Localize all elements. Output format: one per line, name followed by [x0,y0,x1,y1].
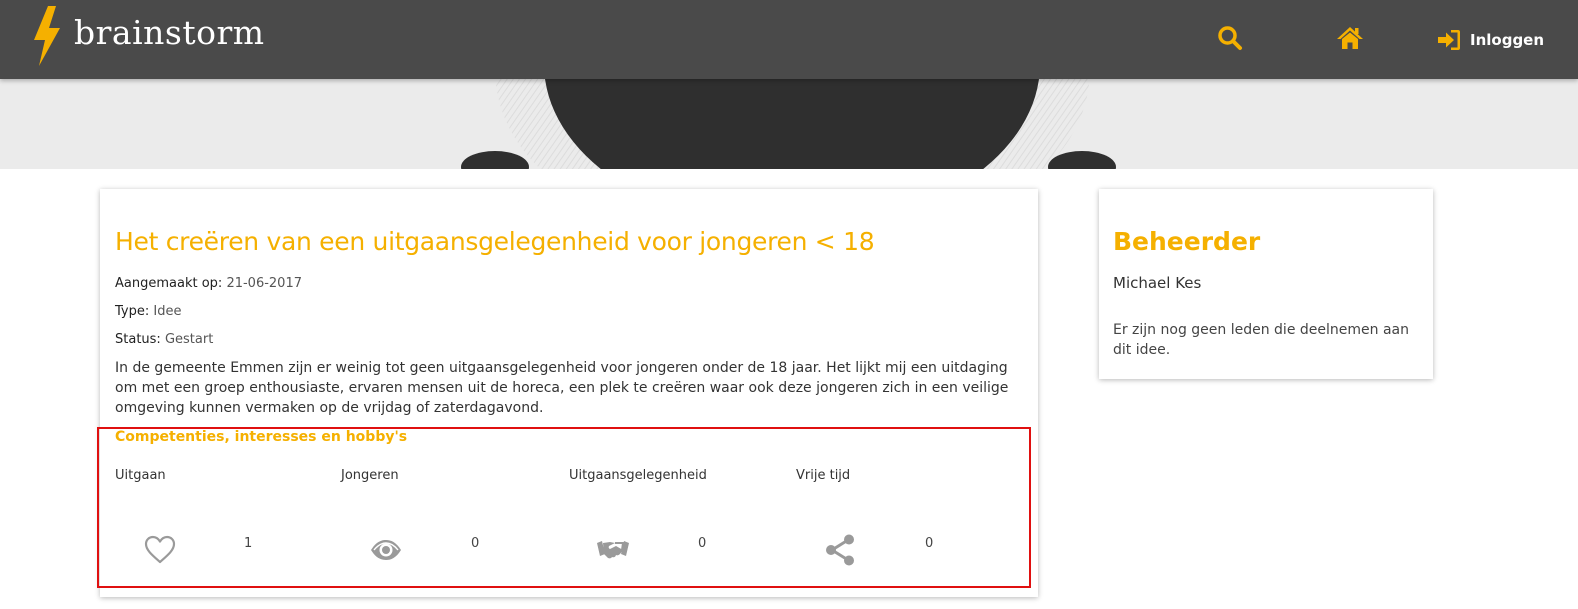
status-value: Gestart [164,332,214,347]
like-count: 1 [244,536,253,551]
idea-title: Het creëren van een uitgaansgelegenheid … [115,227,875,256]
search-icon [1218,26,1242,50]
tag-jongeren: Jongeren [341,468,399,483]
type-value: Idee [153,304,182,319]
idea-card: Het creëren van een uitgaansgelegenheid … [100,189,1038,597]
admin-name: Michael Kes [1113,274,1202,292]
share-button[interactable] [823,533,857,567]
members-note: Er zijn nog geen leden die deelnemen aan… [1113,322,1409,358]
login-label: Inloggen [1470,31,1545,49]
home-button[interactable] [1336,24,1364,52]
admin-card: Beheerder Michael Kes Er zijn nog geen l… [1099,189,1433,379]
heart-icon [144,535,176,564]
created-value: 21-06-2017 [226,276,302,291]
hero-banner [0,79,1578,169]
idea-description: In de gemeente Emmen zijn er weinig tot … [115,360,1009,416]
sign-in-icon [1438,30,1460,50]
created-row: Aangemaakt op: 21-06-2017 [115,276,302,291]
bolt-icon [34,6,60,66]
status-row: Status: Gestart [115,332,213,347]
banner-image [0,79,1578,169]
search-button[interactable] [1216,24,1244,52]
handshake-icon [597,541,629,559]
admin-title: Beheerder [1113,227,1261,256]
home-icon [1337,27,1363,49]
join-button[interactable] [596,533,630,567]
share-count: 0 [925,536,934,551]
login-button[interactable]: Inloggen [1436,26,1544,54]
type-row: Type: Idee [115,304,181,319]
status-label: Status: [115,332,161,347]
like-button[interactable] [143,533,177,567]
eye-icon [371,540,401,560]
join-count: 0 [698,536,707,551]
tag-uitgaansgelegenheid: Uitgaansgelegenheid [569,468,707,483]
brand-logo[interactable]: brainstorm [28,6,265,66]
views-count: 0 [471,536,480,551]
created-label: Aangemaakt op: [115,276,223,291]
type-label: Type: [115,304,150,319]
tag-vrije-tijd: Vrije tijd [796,468,851,483]
top-navbar: brainstorm Inloggen [0,0,1578,79]
tag-uitgaan: Uitgaan [115,468,166,483]
tags-title: Competenties, interesses en hobby's [115,429,408,445]
share-icon [826,534,854,566]
brand-name: brainstorm [74,12,265,52]
views-button[interactable] [369,533,403,567]
